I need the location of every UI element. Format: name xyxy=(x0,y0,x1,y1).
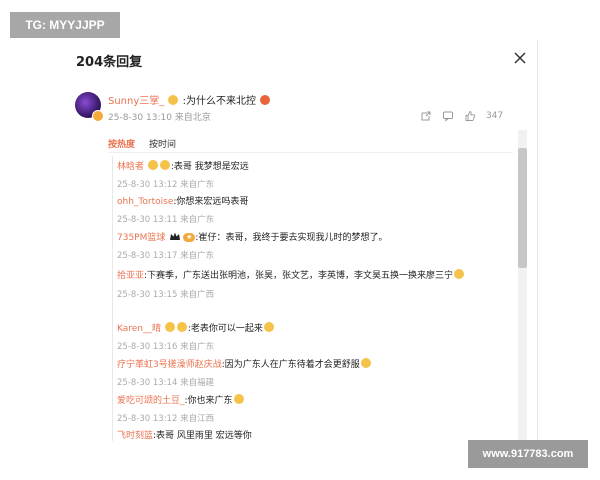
list-item: ohh_Tortoise:你想来宏远吗表哥 25-8-30 13:11 来自广东 xyxy=(117,196,509,226)
reply-meta: 25-8-30 13:12 来自江西 xyxy=(117,414,215,424)
list-item: 飞时刻篮:表哥 风里雨里 宏远等你 xyxy=(117,430,509,441)
blush-emoji-icon xyxy=(360,358,371,368)
main-comment: Sunny三掌_ :为什么不来北控 xyxy=(108,92,271,107)
sort-tabs: 按热度 按时间 xyxy=(108,137,176,150)
tab-by-time[interactable]: 按时间 xyxy=(149,137,176,150)
tabs-divider xyxy=(108,152,513,153)
smile-emoji-icon xyxy=(159,160,170,170)
main-comment-text: :为什么不来北控 xyxy=(182,96,257,107)
laugh-emoji-icon xyxy=(263,322,274,332)
crown-emoji-icon xyxy=(147,160,158,170)
reply-username[interactable]: 疗宁革虹3号搓澡师赵庆战 xyxy=(117,360,222,370)
reply-text: :你想来宏远吗表哥 xyxy=(173,197,249,207)
watermark-top-left: TG: MYYJJPP xyxy=(10,12,120,38)
crown-emoji-icon xyxy=(168,95,179,105)
reply-text: :你也来广东 xyxy=(184,396,233,406)
dialog-title: 204条回复 xyxy=(76,55,143,70)
close-icon[interactable] xyxy=(512,50,528,66)
reply-text: :下赛季，广东送出张明池，张昊，张文艺，李英博，李文昊五换一换来廖三宁 xyxy=(144,271,454,281)
reply-text: :表哥 我梦想是宏远 xyxy=(170,162,249,172)
scrollbar[interactable] xyxy=(518,130,527,440)
reply-meta: 25-8-30 13:17 来自广东 xyxy=(117,251,215,261)
scrollbar-thumb[interactable] xyxy=(518,148,527,268)
crown-emoji-icon xyxy=(164,322,175,332)
verified-badge-icon xyxy=(92,110,104,122)
dialog-edge xyxy=(537,40,538,440)
comment-actions: 347 xyxy=(420,110,503,122)
reply-username[interactable]: 林晗者 xyxy=(117,162,144,172)
reply-list: 林晗者 :表哥 我梦想是宏远 25-8-30 13:12 来自广东 ohh_To… xyxy=(112,156,513,441)
comment-icon[interactable] xyxy=(442,110,454,122)
list-item: 林晗者 :表哥 我梦想是宏远 25-8-30 13:12 来自广东 xyxy=(117,160,509,191)
reply-text: :老表你可以一起来 xyxy=(187,324,263,334)
list-item: 735PM篮球 ★:崔仔：表哥，我终于要去实现我儿时的梦想了。 25-8-30 … xyxy=(117,232,509,262)
list-item: 爱吃可颂的土豆_:你也来广东 25-8-30 13:12 来自江西 xyxy=(117,394,509,425)
reply-text: :崔仔：表哥，我终于要去实现我儿时的梦想了。 xyxy=(195,233,388,243)
reply-username[interactable]: 735PM篮球 xyxy=(117,233,165,243)
tab-by-hot[interactable]: 按热度 xyxy=(108,137,135,150)
list-item: Karen__晴 :老表你可以一起来 25-8-30 13:16 来自广东 xyxy=(117,322,509,353)
reply-meta: 25-8-30 13:16 来自广东 xyxy=(117,342,215,352)
reply-text: :表哥 风里雨里 宏远等你 xyxy=(153,431,252,441)
watermark-bottom-right: www.917783.com xyxy=(468,440,588,468)
crown-badge-icon xyxy=(170,232,181,240)
share-icon[interactable] xyxy=(420,110,432,122)
flower-emoji-icon xyxy=(176,322,187,332)
reply-text: :因为广东人在广东待着才会更舒服 xyxy=(221,360,360,370)
reply-username[interactable]: Karen__晴 xyxy=(117,324,161,334)
like-icon[interactable] xyxy=(464,110,476,122)
reply-username[interactable]: 爱吃可颂的土豆_ xyxy=(117,396,185,406)
main-comment-meta: 25-8-30 13:10 来自北京 xyxy=(108,113,211,123)
reply-meta: 25-8-30 13:14 来自福建 xyxy=(117,378,215,388)
reply-username[interactable]: ohh_Tortoise xyxy=(117,197,173,207)
smile-emoji-icon xyxy=(233,394,244,404)
reply-username[interactable]: 飞时刻篮 xyxy=(117,431,153,441)
reply-meta: 25-8-30 13:15 来自广西 xyxy=(117,290,215,300)
smile-emoji-icon xyxy=(454,269,465,279)
reply-meta: 25-8-30 13:12 来自广东 xyxy=(117,180,215,190)
angry-emoji-icon xyxy=(260,95,271,105)
level-badge-icon: ★ xyxy=(183,233,196,242)
list-item: 疗宁革虹3号搓澡师赵庆战:因为广东人在广东待着才会更舒服 25-8-30 13:… xyxy=(117,358,509,389)
list-item: 拾亚亚:下赛季，广东送出张明池，张昊，张文艺，李英博，李文昊五换一换来廖三宁 2… xyxy=(117,268,509,301)
reply-username[interactable]: 拾亚亚 xyxy=(117,271,144,281)
reply-meta: 25-8-30 13:11 来自广东 xyxy=(117,215,215,225)
like-count: 347 xyxy=(486,111,504,121)
main-comment-username[interactable]: Sunny三掌_ xyxy=(108,96,164,107)
